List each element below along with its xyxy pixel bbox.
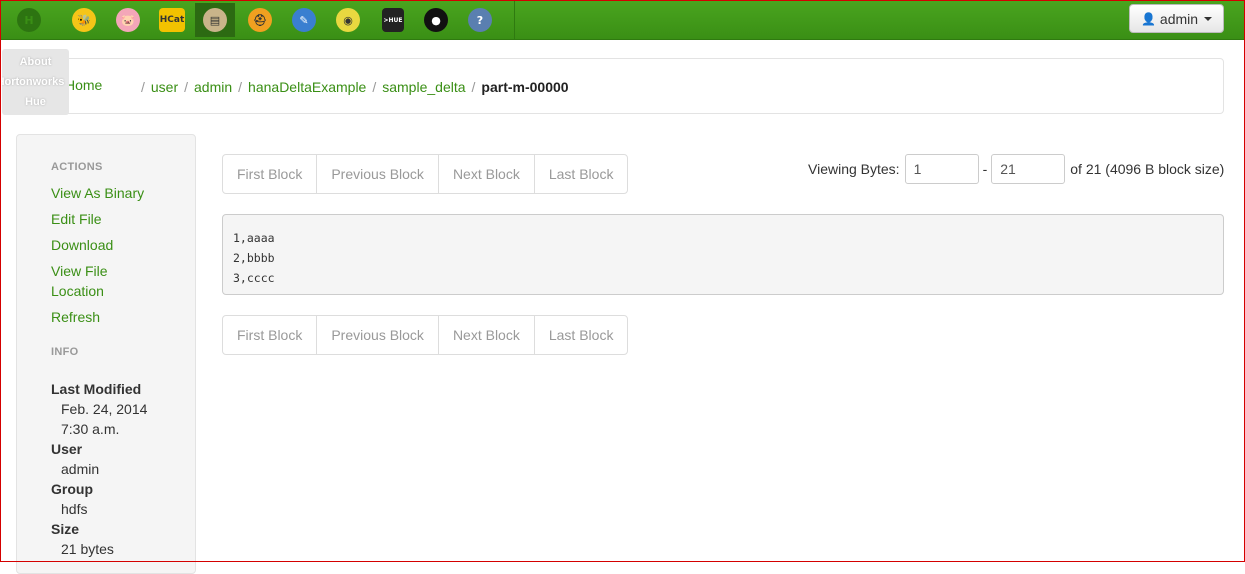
job-designer-hardhat-icon: ⛑ [248,8,272,32]
hive-bee-app-button[interactable]: 🐝 [64,3,104,37]
navbar-divider [514,0,515,40]
block-pager-bottom: First Block Previous Block Next Block La… [222,315,629,355]
breadcrumb-segment-admin[interactable]: admin [194,79,232,95]
edit-file-link[interactable]: Edit File [51,209,102,229]
path-separator: / [238,79,243,95]
tooltip-line: About [19,56,52,68]
hcat-icon: HCat [159,8,185,32]
file-browser-icon: ▤ [203,8,227,32]
bytes-from-input[interactable] [904,154,979,184]
breadcrumb: Home / user / admin / hanaDeltaExample /… [16,58,1224,114]
group-value: hdfs [61,501,88,517]
previous-block-button[interactable]: Previous Block [316,155,438,193]
size-value: 21 bytes [61,541,114,557]
first-block-button[interactable]: First Block [223,155,316,193]
view-as-binary-link[interactable]: View As Binary [51,183,144,203]
view-file-location-link[interactable]: View File Location [51,261,141,301]
top-navbar: H 🐝 🐷 HCat ▤ ⛑ ✎ ◉ >HUE ●? 👤 admin [0,0,1245,40]
breadcrumb-path: / user / admin / hanaDeltaExample / samp… [135,79,569,95]
shell-icon: >HUE [382,8,404,32]
help-app-button[interactable]: ? [460,3,500,37]
hive-bee-icon: 🐝 [72,8,96,32]
oozie-editor-app-button[interactable]: ✎ [284,3,324,37]
hue-logo-app-button[interactable]: H [9,3,49,37]
about-tooltip: About Hortonworks Hue [2,49,69,115]
pig-app-button[interactable]: 🐷 [108,3,148,37]
home-label: Home [65,77,103,93]
tooltip-line: Hue [25,96,46,108]
file-sidebar: ACTIONS View As Binary Edit File Downloa… [16,134,196,574]
job-browser-icon: ◉ [336,8,360,32]
path-separator: / [141,79,145,95]
previous-block-button[interactable]: Previous Block [316,316,438,354]
job-browser-app-button[interactable]: ◉ [328,3,368,37]
oozie-editor-icon: ✎ [292,8,316,32]
file-line: 1,aaaa [233,231,275,245]
next-block-button[interactable]: Next Block [437,155,534,193]
breadcrumb-segment-subfolder[interactable]: sample_delta [382,79,465,95]
size-label: Size [51,521,80,537]
viewing-bytes-control: Viewing Bytes: - of 21 (4096 B block siz… [808,154,1224,184]
user-value: admin [61,461,100,477]
user-admin-app-button[interactable]: ● [416,3,456,37]
file-browser-app-button[interactable]: ▤ [195,3,235,37]
range-dash: - [982,161,988,177]
tooltip-line: Hortonworks [2,76,65,88]
block-pager-top: First Block Previous Block Next Block La… [222,154,629,194]
user-icon: 👤 [1140,11,1156,26]
last-block-button[interactable]: Last Block [533,316,628,354]
hue-logo-icon: H [17,8,41,32]
bytes-total-label: of 21 (4096 B block size) [1070,161,1225,177]
job-designer-hardhat-app-button[interactable]: ⛑ [240,3,280,37]
user-admin-icon: ● [424,8,448,32]
last-modified-label: Last Modified [51,381,142,397]
user-menu-label: admin [1159,10,1199,27]
breadcrumb-segment-user[interactable]: user [151,79,178,95]
info-header: INFO [51,346,79,358]
bytes-to-input[interactable] [991,154,1066,184]
download-link[interactable]: Download [51,235,113,255]
viewing-bytes-label: Viewing Bytes: [808,161,900,177]
first-block-button[interactable]: First Block [223,316,316,354]
pig-icon: 🐷 [116,8,140,32]
shell-app-button[interactable]: >HUE [373,3,413,37]
refresh-link[interactable]: Refresh [51,307,100,327]
file-line: 2,bbbb [233,251,275,265]
file-line: 3,cccc [233,271,275,285]
path-separator: / [471,79,476,95]
caret-down-icon [1204,16,1213,21]
path-separator: / [184,79,189,95]
group-label: Group [51,481,93,497]
last-modified-date: Feb. 24, 2014 [61,401,148,417]
last-block-button[interactable]: Last Block [533,155,628,193]
last-modified-time: 7:30 a.m. [61,421,120,437]
file-contents-viewer: 1,aaaa 2,bbbb 3,cccc [222,214,1224,295]
hcat-app-button[interactable]: HCat [152,3,192,37]
help-icon: ? [468,8,492,32]
next-block-button[interactable]: Next Block [437,316,534,354]
user-menu-button[interactable]: 👤 admin [1129,4,1224,33]
user-label: User [51,441,83,457]
actions-header: ACTIONS [51,161,103,173]
breadcrumb-segment-folder[interactable]: hanaDeltaExample [248,79,366,95]
path-separator: / [372,79,377,95]
breadcrumb-current-file: part-m-00000 [481,79,569,95]
